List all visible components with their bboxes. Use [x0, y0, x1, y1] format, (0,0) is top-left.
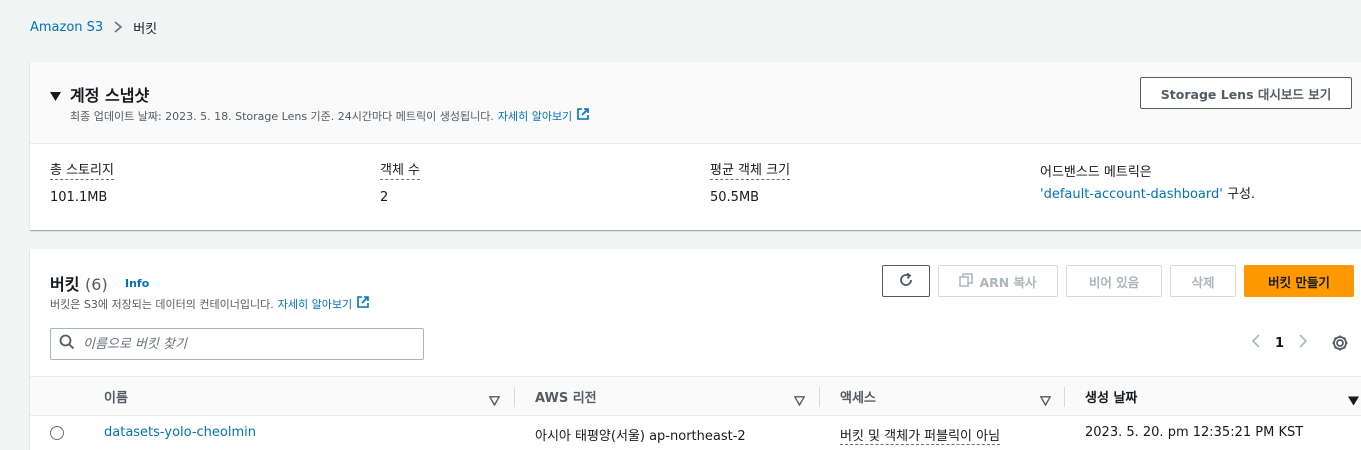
breadcrumb-link-s3[interactable]: Amazon S3 [30, 20, 103, 35]
row-select-radio[interactable] [50, 426, 64, 440]
sort-caret-icon[interactable] [488, 391, 501, 410]
copy-arn-label: ARN 복사 [979, 274, 1037, 290]
sort-caret-icon[interactable] [1039, 391, 1052, 410]
buckets-subtitle: 버킷은 S3에 저장되는 데이터의 컨테이너입니다. 자세히 알아보기 [50, 295, 370, 312]
sort-desc-icon[interactable] [1348, 391, 1359, 410]
column-header-region[interactable]: AWS 리전 [535, 377, 597, 415]
snapshot-subtitle-text: 최종 업데이트 날짜: 2023. 5. 18. Storage Lens 기준… [70, 109, 494, 123]
advanced-metrics-suffix: 구성. [1226, 187, 1256, 202]
metric-value-object-count: 2 [380, 190, 389, 205]
breadcrumb-current: 버킷 [133, 21, 158, 37]
bucket-created: 2023. 5. 20. pm 12:35:21 PM KST [1085, 425, 1304, 440]
copy-arn-button[interactable]: ARN 복사 [938, 265, 1058, 297]
create-bucket-button[interactable]: 버킷 만들기 [1244, 265, 1354, 297]
bucket-name-link[interactable]: datasets-yolo-cheolmin [104, 425, 256, 440]
snapshot-subtitle: 최종 업데이트 날짜: 2023. 5. 18. Storage Lens 기준… [70, 107, 590, 124]
column-divider[interactable] [1064, 387, 1065, 407]
table-header: 이름 AWS 리전 액세스 생성 날짜 [30, 376, 1361, 416]
refresh-icon [898, 272, 914, 291]
refresh-button[interactable] [882, 265, 930, 297]
copy-icon [959, 272, 974, 290]
snapshot-header: 계정 스냅샷 최종 업데이트 날짜: 2023. 5. 18. Storage … [30, 62, 1361, 144]
storage-lens-dashboard-button[interactable]: Storage Lens 대시보드 보기 [1140, 77, 1352, 109]
snapshot-title[interactable]: 계정 스냅샷 [70, 82, 149, 106]
metric-label-avg-object-size: 평균 객체 크기 [710, 163, 791, 180]
empty-bucket-button[interactable]: 비어 있음 [1066, 265, 1162, 297]
chevron-right-icon [113, 21, 123, 33]
caret-down-icon[interactable] [50, 87, 61, 106]
column-divider[interactable] [819, 387, 820, 407]
metric-label-total-storage: 총 스토리지 [50, 163, 114, 180]
current-page[interactable]: 1 [1275, 336, 1284, 351]
account-snapshot-panel: 계정 스냅샷 최종 업데이트 날짜: 2023. 5. 18. Storage … [30, 62, 1361, 230]
column-divider[interactable] [514, 387, 515, 407]
metric-value-total-storage: 101.1MB [50, 190, 108, 205]
metric-value-avg-object-size: 50.5MB [710, 190, 760, 205]
bucket-region: 아시아 태평양(서울) ap-northeast-2 [535, 429, 746, 444]
column-header-name[interactable]: 이름 [104, 377, 128, 415]
bucket-search-input[interactable] [83, 336, 403, 352]
snapshot-learn-more-link[interactable]: 자세히 알아보기 [498, 108, 572, 124]
advanced-metrics-note: 어드밴스드 메트릭은 'default-account-dashboard' 구… [1040, 162, 1255, 206]
bucket-access: 버킷 및 객체가 퍼블릭이 아님 [840, 425, 1001, 445]
bucket-search[interactable] [50, 328, 424, 360]
advanced-metrics-label: 어드밴스드 메트릭은 [1040, 165, 1152, 180]
external-link-icon[interactable] [356, 295, 370, 312]
info-link[interactable]: Info [125, 277, 149, 290]
table-row[interactable]: datasets-yolo-cheolmin 아시아 태평양(서울) ap-no… [30, 416, 1361, 450]
buckets-learn-more-link[interactable]: 자세히 알아보기 [278, 296, 352, 312]
gear-icon[interactable] [1331, 334, 1349, 356]
metric-label-object-count: 객체 수 [380, 163, 421, 180]
pagination: 1 [1251, 333, 1308, 353]
buckets-count: (6) [85, 275, 108, 294]
breadcrumb: Amazon S3 버킷 [30, 17, 157, 37]
prev-page-icon[interactable] [1251, 333, 1261, 353]
sort-caret-icon[interactable] [793, 391, 806, 410]
advanced-metrics-dashboard-link[interactable]: 'default-account-dashboard' [1040, 187, 1223, 202]
buckets-title-text: 버킷 [50, 275, 80, 294]
next-page-icon[interactable] [1298, 333, 1308, 353]
buckets-subtitle-text: 버킷은 S3에 저장되는 데이터의 컨테이너입니다. [50, 297, 274, 311]
external-link-icon[interactable] [576, 107, 590, 124]
column-header-created[interactable]: 생성 날짜 [1085, 377, 1137, 415]
buckets-title: 버킷 (6) [50, 271, 108, 295]
column-header-access[interactable]: 액세스 [840, 377, 876, 415]
search-icon [59, 334, 75, 354]
buckets-panel: 버킷 (6) Info 버킷은 S3에 저장되는 데이터의 컨테이너입니다. 자… [30, 249, 1361, 450]
delete-bucket-button[interactable]: 삭제 [1170, 265, 1236, 297]
